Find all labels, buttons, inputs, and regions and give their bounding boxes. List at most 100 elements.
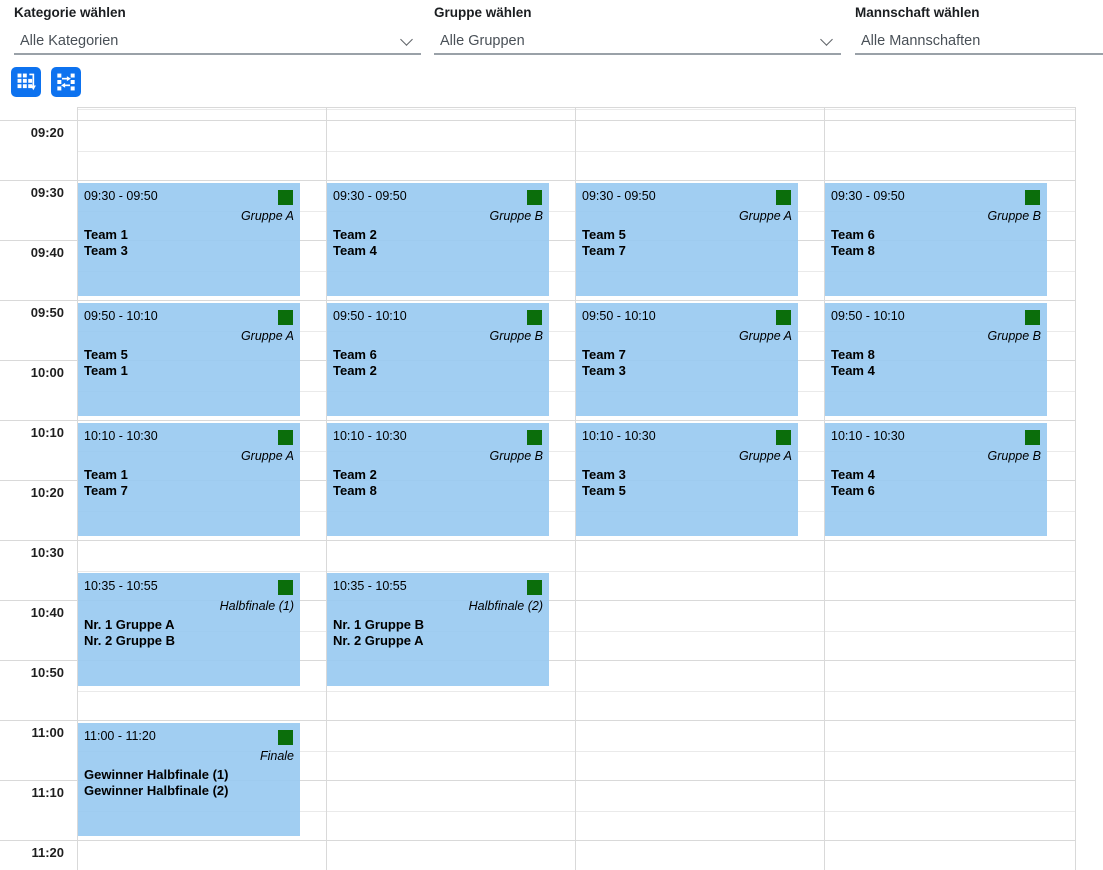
category-color-square <box>278 580 293 595</box>
team-name: Team 7 <box>582 243 626 259</box>
schedule-event[interactable]: 10:10 - 10:30 Gruppe B Team 4Team 6 <box>825 423 1047 536</box>
event-teams: Team 6Team 2 <box>333 347 377 379</box>
schedule-event[interactable]: 09:30 - 09:50 Gruppe A Team 1Team 3 <box>78 183 300 296</box>
schedule-event[interactable]: 09:50 - 10:10 Gruppe A Team 5Team 1 <box>78 303 300 416</box>
schedule-event[interactable]: 09:50 - 10:10 Gruppe A Team 7Team 3 <box>576 303 798 416</box>
schedule-event[interactable]: 09:30 - 09:50 Gruppe B Team 2Team 4 <box>327 183 549 296</box>
event-teams: Team 2Team 4 <box>333 227 377 259</box>
category-color-square <box>527 430 542 445</box>
time-label: 09:30 <box>0 185 64 200</box>
schedule-event[interactable]: 09:30 - 09:50 Gruppe A Team 5Team 7 <box>576 183 798 296</box>
event-teams: Team 8Team 4 <box>831 347 875 379</box>
event-teams: Nr. 1 Gruppe BNr. 2 Gruppe A <box>333 617 424 649</box>
event-group-label: Halbfinale (2) <box>469 599 543 613</box>
chevron-down-icon <box>820 33 833 46</box>
event-group-label: Gruppe B <box>489 209 543 223</box>
team-name: Team 8 <box>333 483 377 499</box>
team-name: Team 4 <box>831 467 875 483</box>
team-name: Team 3 <box>582 467 626 483</box>
filter-category: Kategorie wählen Alle Kategorien <box>14 0 421 60</box>
category-color-square <box>1025 190 1040 205</box>
event-group-label: Finale <box>260 749 294 763</box>
category-color-square <box>278 310 293 325</box>
team-name: Team 3 <box>582 363 626 379</box>
time-label: 09:20 <box>0 125 64 140</box>
time-label: 09:40 <box>0 245 64 260</box>
schedule-event[interactable]: 11:00 - 11:20 Finale Gewinner Halbfinale… <box>78 723 300 836</box>
event-time-range: 10:10 - 10:30 <box>831 429 905 443</box>
team-name: Team 4 <box>831 363 875 379</box>
time-label: 10:20 <box>0 485 64 500</box>
schedule-event[interactable]: 10:35 - 10:55 Halbfinale (1) Nr. 1 Grupp… <box>78 573 300 686</box>
group-select[interactable]: Alle Gruppen <box>434 28 841 55</box>
team-filter-label: Mannschaft wählen <box>855 5 980 20</box>
team-select[interactable]: Alle Mannschaften <box>855 28 1103 55</box>
team-name: Team 7 <box>582 347 626 363</box>
team-name: Team 6 <box>831 227 875 243</box>
time-label: 10:50 <box>0 665 64 680</box>
event-group-label: Gruppe A <box>739 209 792 223</box>
column-divider <box>1075 107 1076 870</box>
schedule-event[interactable]: 09:50 - 10:10 Gruppe B Team 6Team 2 <box>327 303 549 416</box>
schedule-event[interactable]: 10:10 - 10:30 Gruppe A Team 1Team 7 <box>78 423 300 536</box>
group-filter-label: Gruppe wählen <box>434 5 532 20</box>
event-time-range: 09:30 - 09:50 <box>84 189 158 203</box>
team-name: Nr. 2 Gruppe A <box>333 633 424 649</box>
event-time-range: 10:35 - 10:55 <box>84 579 158 593</box>
event-teams: Team 1Team 7 <box>84 467 128 499</box>
team-name: Team 4 <box>333 243 377 259</box>
time-label: 11:10 <box>0 785 64 800</box>
event-teams: Gewinner Halbfinale (1)Gewinner Halbfina… <box>84 767 228 799</box>
event-teams: Team 5Team 1 <box>84 347 128 379</box>
filter-group: Gruppe wählen Alle Gruppen <box>434 0 841 60</box>
event-group-label: Gruppe B <box>987 209 1041 223</box>
category-color-square <box>776 190 791 205</box>
time-label: 11:20 <box>0 845 64 860</box>
event-teams: Nr. 1 Gruppe ANr. 2 Gruppe B <box>84 617 175 649</box>
event-time-range: 09:50 - 10:10 <box>831 309 905 323</box>
event-group-label: Halbfinale (1) <box>220 599 294 613</box>
chevron-down-icon <box>400 33 413 46</box>
event-teams: Team 6Team 8 <box>831 227 875 259</box>
event-group-label: Gruppe A <box>739 449 792 463</box>
team-name: Gewinner Halbfinale (2) <box>84 783 228 799</box>
event-teams: Team 3Team 5 <box>582 467 626 499</box>
event-time-range: 09:30 - 09:50 <box>333 189 407 203</box>
schedule-event[interactable]: 10:10 - 10:30 Gruppe A Team 3Team 5 <box>576 423 798 536</box>
category-color-square <box>527 190 542 205</box>
event-group-label: Gruppe A <box>241 209 294 223</box>
category-select[interactable]: Alle Kategorien <box>14 28 421 55</box>
category-color-square <box>278 430 293 445</box>
category-color-square <box>776 310 791 325</box>
team-name: Nr. 2 Gruppe B <box>84 633 175 649</box>
event-time-range: 10:10 - 10:30 <box>84 429 158 443</box>
group-select-value: Alle Gruppen <box>440 33 525 49</box>
schedule-event[interactable]: 09:30 - 09:50 Gruppe B Team 6Team 8 <box>825 183 1047 296</box>
event-group-label: Gruppe B <box>489 329 543 343</box>
team-name: Team 5 <box>582 483 626 499</box>
time-label: 10:40 <box>0 605 64 620</box>
event-time-range: 09:50 - 10:10 <box>84 309 158 323</box>
team-name: Team 5 <box>582 227 626 243</box>
time-label: 11:00 <box>0 725 64 740</box>
team-name: Team 1 <box>84 467 128 483</box>
filter-team: Mannschaft wählen Alle Mannschaften <box>855 0 1103 60</box>
event-teams: Team 4Team 6 <box>831 467 875 499</box>
event-time-range: 09:30 - 09:50 <box>831 189 905 203</box>
category-filter-label: Kategorie wählen <box>14 5 126 20</box>
schedule-event[interactable]: 10:10 - 10:30 Gruppe B Team 2Team 8 <box>327 423 549 536</box>
team-name: Team 2 <box>333 467 377 483</box>
swap-columns-button[interactable] <box>51 67 81 97</box>
time-label: 09:50 <box>0 305 64 320</box>
team-name: Team 1 <box>84 363 128 379</box>
time-label: 10:30 <box>0 545 64 560</box>
team-name: Nr. 1 Gruppe B <box>333 617 424 633</box>
event-teams: Team 7Team 3 <box>582 347 626 379</box>
table-view-button[interactable] <box>11 67 41 97</box>
team-name: Team 5 <box>84 347 128 363</box>
schedule-event[interactable]: 09:50 - 10:10 Gruppe B Team 8Team 4 <box>825 303 1047 416</box>
team-select-value: Alle Mannschaften <box>861 33 980 49</box>
category-select-value: Alle Kategorien <box>20 33 118 49</box>
schedule-event[interactable]: 10:35 - 10:55 Halbfinale (2) Nr. 1 Grupp… <box>327 573 549 686</box>
table-swap-arrows-icon <box>56 72 76 92</box>
